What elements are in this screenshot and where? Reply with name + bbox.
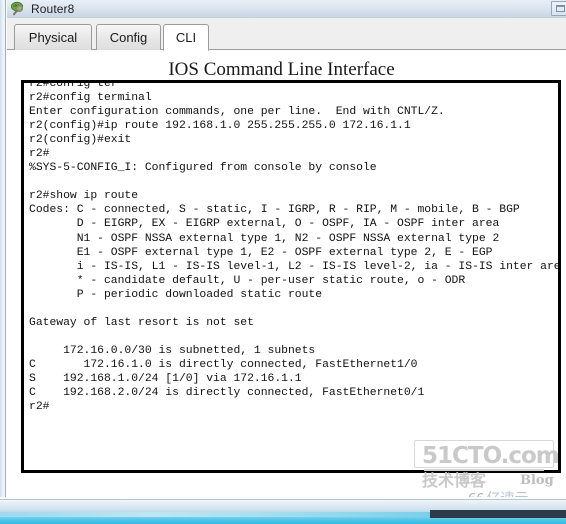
- terminal-line: C 192.168.2.0/24 is directly connected, …: [29, 387, 425, 400]
- terminal-line: r2(config)#ip route 192.168.1.0 255.255.…: [29, 120, 411, 133]
- terminal-line: D - EIGRP, EX - EIGRP external, O - OSPF…: [29, 218, 500, 231]
- terminal-line: %SYS-5-CONFIG_I: Configured from console…: [29, 162, 377, 175]
- window-titlebar[interactable]: Router8: [7, 0, 566, 18]
- tab-config[interactable]: Config: [96, 24, 161, 50]
- terminal-line: r2#: [29, 401, 50, 414]
- terminal-line: S 192.168.1.0/24 [1/0] via 172.16.1.1: [29, 372, 302, 385]
- cli-terminal-output: r2#config ter r2#config terminal Enter con…: [29, 80, 561, 414]
- tab-physical[interactable]: Physical: [14, 24, 92, 50]
- terminal-line: r2(config)#exit: [29, 134, 132, 147]
- terminal-line: r2#config terminal: [29, 92, 152, 105]
- tab-strip: Physical Config CLI: [7, 18, 566, 51]
- terminal-line: 172.16.0.0/30 is subnetted, 1 subnets: [29, 344, 316, 357]
- terminal-line: r2#show ip route: [29, 190, 139, 203]
- terminal-line: Codes: C - connected, S - static, I - IG…: [29, 204, 520, 217]
- terminal-line: r2#config ter: [29, 80, 118, 90]
- tab-cli-label: CLI: [175, 30, 197, 45]
- terminal-line: i - IS-IS, L1 - IS-IS level-1, L2 - IS-I…: [29, 260, 561, 273]
- window-frame-bottom-edge: [0, 497, 566, 524]
- restore-window-button[interactable]: [551, 1, 566, 16]
- terminal-line: C 172.16.1.0 is directly connected, Fast…: [29, 358, 418, 371]
- cli-terminal[interactable]: r2#config ter r2#config terminal Enter con…: [21, 80, 561, 473]
- frame-shadow-line: [0, 499, 566, 500]
- terminal-line: N1 - OSPF NSSA external type 1, N2 - OSP…: [29, 232, 500, 245]
- cli-pane: IOS Command Line Interface r2#config ter…: [7, 50, 566, 497]
- terminal-line: Enter configuration commands, one per li…: [29, 106, 445, 119]
- terminal-line: * - candidate default, U - per-user stat…: [29, 274, 466, 287]
- window-controls: [542, 1, 566, 16]
- page-title: IOS Command Line Interface: [168, 59, 395, 80]
- terminal-line: Gateway of last resort is not set: [29, 316, 254, 329]
- frame-dark-bar: [430, 510, 566, 518]
- tab-cli[interactable]: CLI: [163, 24, 209, 51]
- terminal-line: r2#: [29, 148, 50, 161]
- tab-config-label: Config: [109, 30, 148, 45]
- terminal-line: P - periodic downloaded static route: [29, 288, 323, 301]
- restore-icon: [556, 5, 565, 12]
- frame-accent-bar: [0, 512, 430, 517]
- router-magnifier-icon: [10, 1, 26, 16]
- router-cli-window: Router8 Physical Config CLI IOS Command …: [0, 0, 566, 524]
- window-frame-left-edge: [0, 0, 6, 497]
- terminal-line: E1 - OSPF external type 1, E2 - OSPF ext…: [29, 246, 493, 259]
- window-title: Router8: [31, 1, 75, 16]
- tab-physical-label: Physical: [28, 30, 78, 45]
